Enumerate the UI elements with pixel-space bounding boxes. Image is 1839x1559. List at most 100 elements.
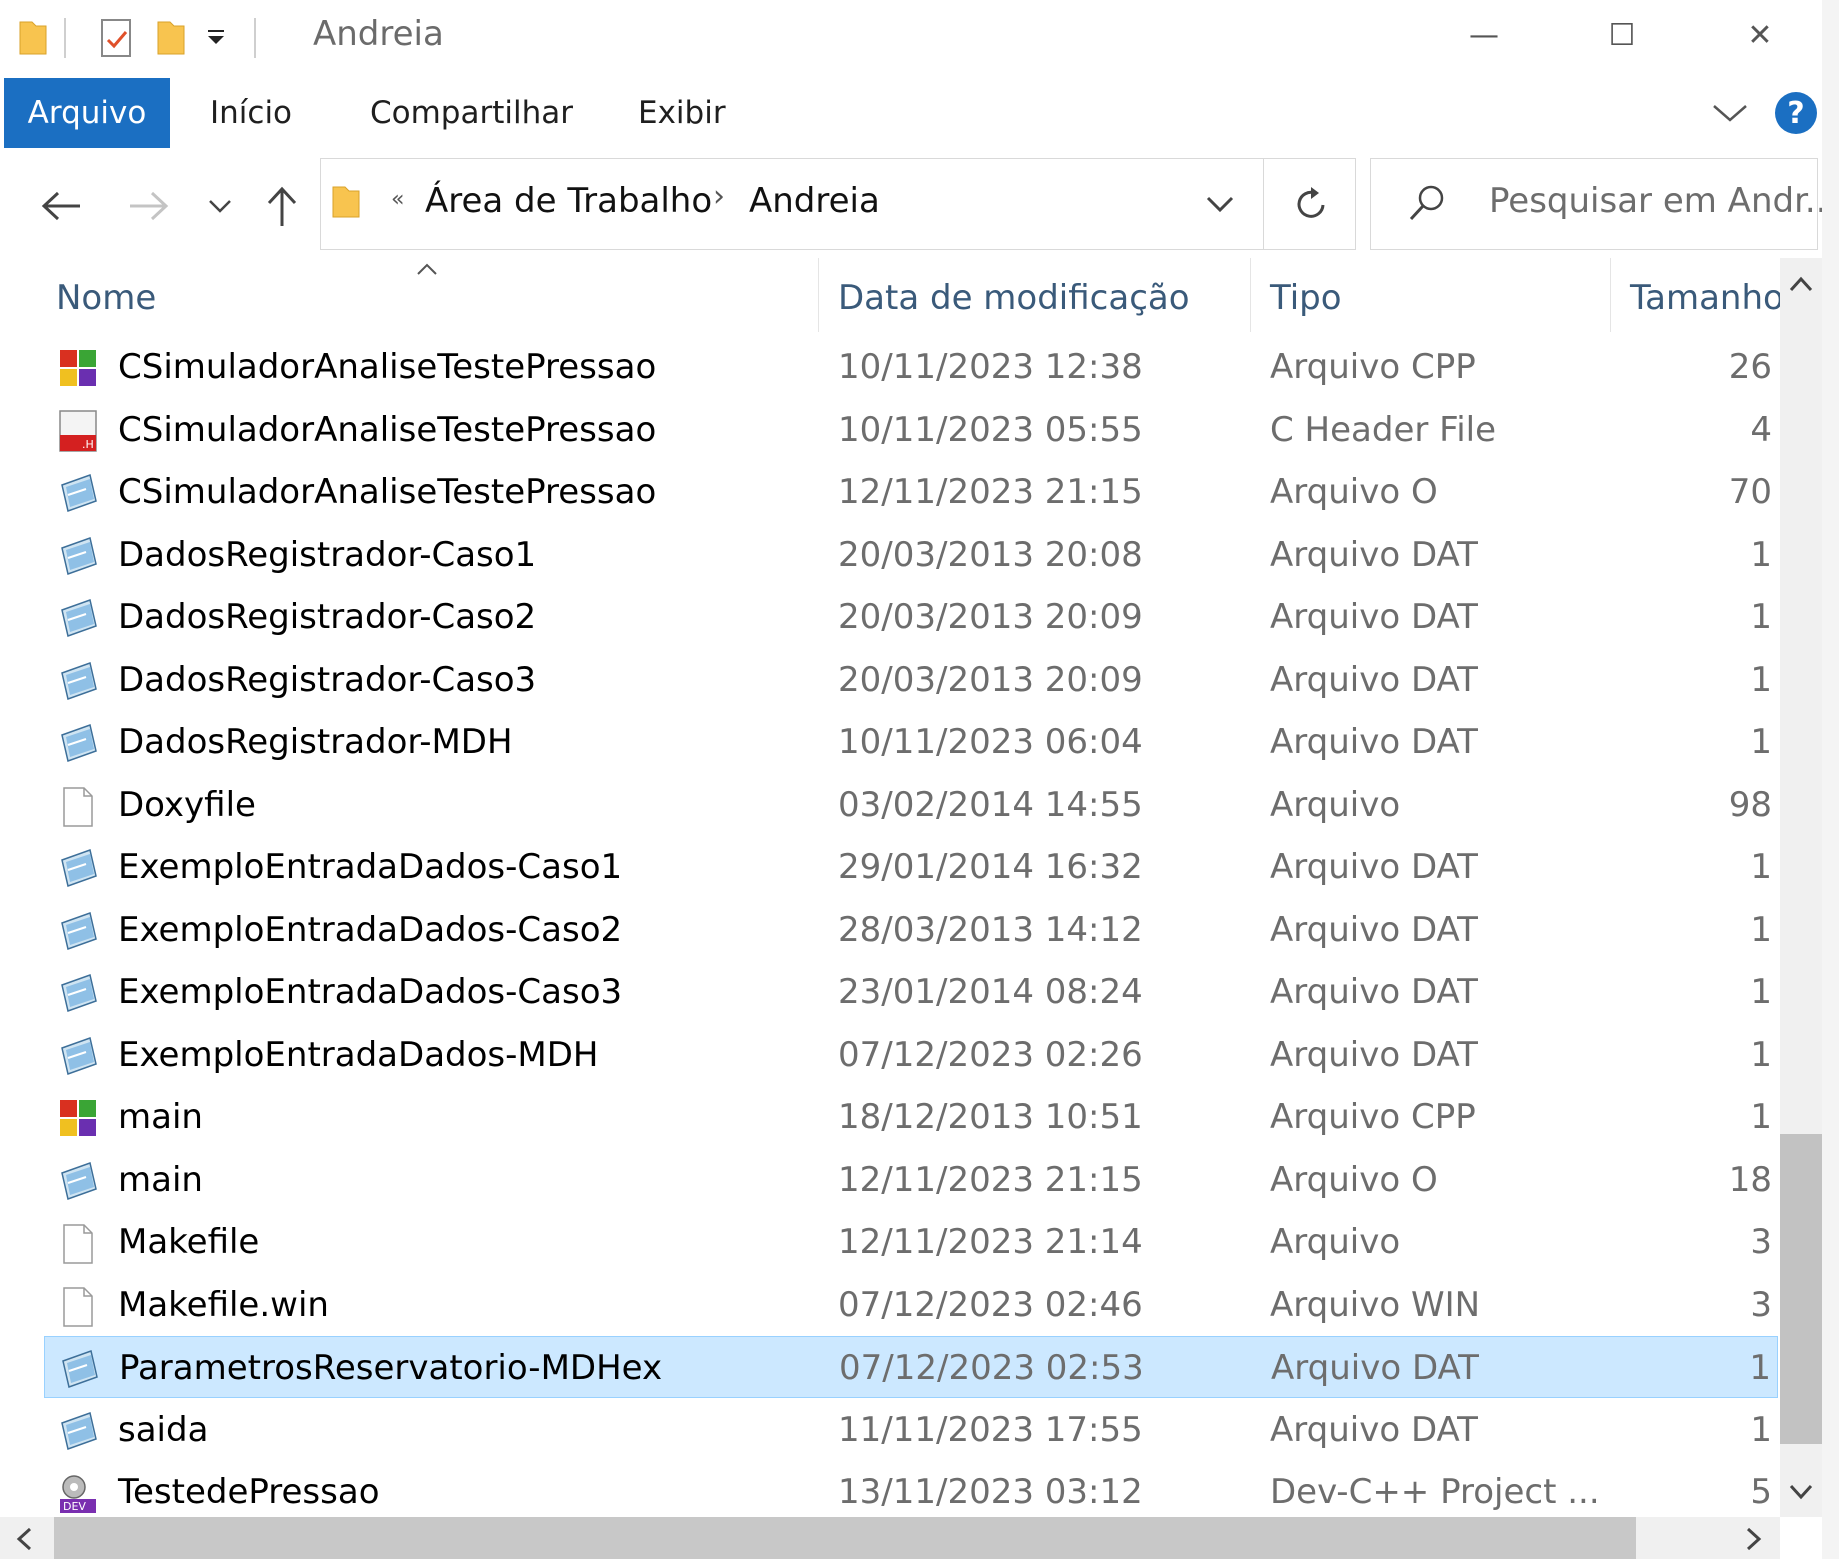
file-name: ExemploEntradaDados-Caso3	[118, 972, 623, 1012]
column-name[interactable]: Nome	[56, 278, 156, 318]
file-date: 29/01/2014 16:32	[838, 847, 1143, 887]
file-name: DadosRegistrador-Caso1	[118, 534, 537, 575]
file-date: 28/03/2013 14:12	[838, 909, 1143, 950]
file-row[interactable]: DadosRegistrador-Caso2 20/03/2013 20:09 …	[44, 586, 1778, 648]
address-bar[interactable]: « Área de Trabalho › Andreia	[320, 158, 1356, 250]
breadcrumb-overflow[interactable]: «	[391, 187, 404, 212]
data-file-icon	[56, 471, 100, 515]
file-row[interactable]: main 12/11/2023 21:15 Arquivo O 18	[44, 1149, 1778, 1211]
file-row[interactable]: saida 11/11/2023 17:55 Arquivo DAT 1	[44, 1399, 1778, 1461]
tab-arquivo[interactable]: Arquivo	[4, 78, 170, 148]
data-file-icon	[56, 971, 100, 1015]
file-size: 1	[1750, 1034, 1772, 1075]
blank-file-icon	[56, 784, 100, 828]
new-folder-icon[interactable]	[156, 18, 186, 56]
chevron-down-icon	[209, 200, 231, 213]
file-size: 3	[1750, 1284, 1772, 1325]
expand-ribbon-icon[interactable]	[1710, 100, 1750, 124]
horizontal-scrollbar[interactable]	[0, 1517, 1780, 1559]
file-row[interactable]: Makefile.win 07/12/2023 02:46 Arquivo WI…	[44, 1274, 1778, 1336]
tab-compartilhar[interactable]: Compartilhar	[370, 78, 573, 148]
file-row[interactable]: CSimuladorAnaliseTestePressao 10/11/2023…	[44, 336, 1778, 398]
help-button[interactable]: ?	[1775, 92, 1817, 134]
file-name: DadosRegistrador-MDH	[118, 722, 513, 762]
maximize-button[interactable]: ☐	[1592, 12, 1652, 58]
blank-file-icon	[56, 1284, 100, 1328]
file-row[interactable]: DadosRegistrador-MDH 10/11/2023 06:04 Ar…	[44, 711, 1778, 773]
scroll-down-icon[interactable]	[1788, 1482, 1814, 1502]
breadcrumb-separator[interactable]: ›	[713, 179, 725, 214]
customize-toolbar-icon[interactable]	[206, 30, 226, 46]
data-file-icon	[56, 534, 100, 578]
breadcrumb-desktop[interactable]: Área de Trabalho	[425, 181, 712, 221]
column-type[interactable]: Tipo	[1270, 278, 1342, 318]
file-row[interactable]: DEV TestedePressao 13/11/2023 03:12 Dev-…	[44, 1461, 1778, 1517]
scroll-left-icon[interactable]	[14, 1526, 34, 1552]
file-date: 18/12/2013 10:51	[838, 1097, 1143, 1137]
file-type: Arquivo O	[1270, 472, 1438, 512]
file-size: 26	[1728, 347, 1772, 387]
vertical-scroll-thumb[interactable]	[1780, 1134, 1822, 1444]
file-size: 1	[1750, 722, 1772, 762]
file-date: 13/11/2023 03:12	[838, 1472, 1143, 1512]
cpp-file-icon	[56, 346, 100, 390]
column-date[interactable]: Data de modificação	[838, 278, 1190, 318]
column-divider[interactable]	[1610, 258, 1611, 332]
breadcrumb-andreia[interactable]: Andreia	[749, 181, 880, 221]
minimize-button[interactable]: —	[1454, 12, 1514, 58]
data-file-icon	[56, 1159, 100, 1203]
file-size: 1	[1750, 909, 1772, 950]
file-name: DadosRegistrador-Caso3	[118, 659, 537, 700]
file-row[interactable]: CSimuladorAnaliseTestePressao 12/11/2023…	[44, 461, 1778, 523]
file-row[interactable]: Makefile 12/11/2023 21:14 Arquivo 3	[44, 1211, 1778, 1273]
column-divider[interactable]	[818, 258, 819, 332]
file-row[interactable]: ExemploEntradaDados-Caso3 23/01/2014 08:…	[44, 961, 1778, 1023]
scroll-right-icon[interactable]	[1744, 1526, 1764, 1552]
file-date: 20/03/2013 20:09	[838, 659, 1143, 700]
file-name: saida	[118, 1409, 209, 1450]
file-size: 70	[1728, 472, 1772, 512]
column-size[interactable]: Tamanho	[1630, 278, 1784, 318]
horizontal-scroll-thumb[interactable]	[54, 1517, 1636, 1559]
data-file-icon	[56, 1409, 100, 1453]
file-row[interactable]: ExemploEntradaDados-Caso2 28/03/2013 14:…	[44, 899, 1778, 961]
file-size: 1	[1750, 1097, 1772, 1137]
back-button[interactable]	[30, 176, 90, 236]
toolbar-divider	[64, 18, 66, 58]
navigation-bar: « Área de Trabalho › Andreia Pesquisar e…	[0, 152, 1839, 258]
tab-inicio[interactable]: Início	[210, 78, 292, 148]
file-row[interactable]: main 18/12/2013 10:51 Arquivo CPP 1	[44, 1086, 1778, 1148]
file-date: 12/11/2023 21:14	[838, 1222, 1143, 1262]
file-row[interactable]: ExemploEntradaDados-MDH 07/12/2023 02:26…	[44, 1024, 1778, 1086]
forward-button[interactable]	[120, 176, 180, 236]
address-dropdown-icon[interactable]	[1205, 195, 1235, 215]
column-divider[interactable]	[1250, 258, 1251, 332]
file-size: 1	[1750, 972, 1772, 1012]
close-button[interactable]: ✕	[1730, 12, 1790, 58]
file-name: ParametrosReservatorio-MDHex	[119, 1348, 663, 1388]
properties-icon[interactable]	[100, 18, 132, 58]
file-row[interactable]: ExemploEntradaDados-Caso1 29/01/2014 16:…	[44, 836, 1778, 898]
tab-exibir[interactable]: Exibir	[638, 78, 726, 148]
file-name: Makefile	[118, 1222, 260, 1262]
file-row[interactable]: ParametrosReservatorio-MDHex 07/12/2023 …	[44, 1336, 1778, 1398]
search-box[interactable]: Pesquisar em Andr...	[1370, 158, 1837, 250]
file-row[interactable]: DadosRegistrador-Caso1 20/03/2013 20:08 …	[44, 524, 1778, 586]
file-name: CSimuladorAnaliseTestePressao	[118, 347, 657, 387]
scroll-up-icon[interactable]	[1788, 274, 1814, 294]
folder-icon	[332, 186, 360, 218]
up-button[interactable]	[252, 176, 312, 236]
file-size: 1	[1750, 659, 1772, 700]
file-row[interactable]: Doxyfile 03/02/2014 14:55 Arquivo 98	[44, 774, 1778, 836]
vertical-scrollbar[interactable]	[1780, 258, 1822, 1517]
search-input[interactable]: Pesquisar em Andr...	[1489, 181, 1837, 221]
file-row[interactable]: DadosRegistrador-Caso3 20/03/2013 20:09 …	[44, 649, 1778, 711]
header-file-icon: .H	[56, 409, 100, 453]
file-name: DadosRegistrador-Caso2	[118, 597, 537, 637]
refresh-icon[interactable]	[1293, 185, 1331, 225]
recent-locations-button[interactable]	[190, 176, 250, 236]
file-type: Arquivo CPP	[1270, 1097, 1476, 1137]
file-type: Arquivo DAT	[1270, 659, 1478, 700]
forward-arrow-icon	[130, 191, 169, 221]
file-row[interactable]: .H CSimuladorAnaliseTestePressao 10/11/2…	[44, 399, 1778, 461]
